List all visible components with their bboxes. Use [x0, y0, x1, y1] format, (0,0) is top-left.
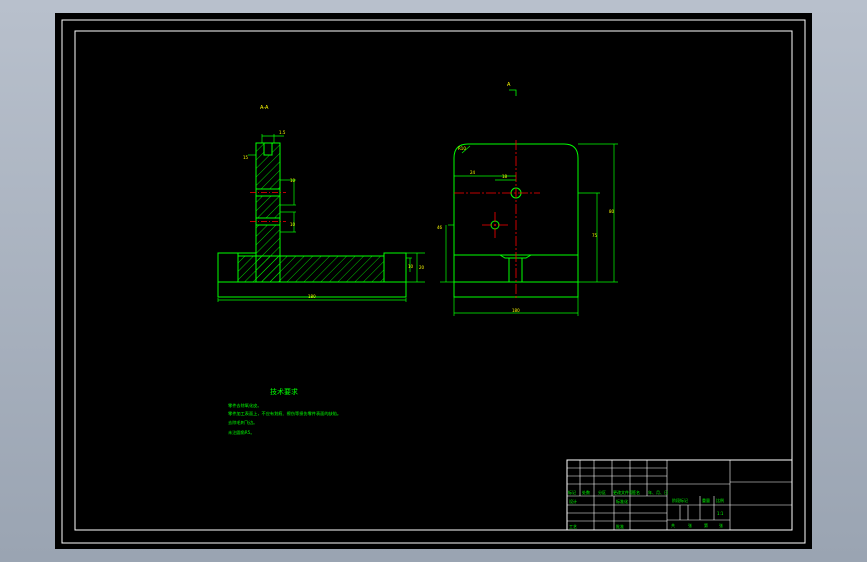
tb-change-doc: 更改文件号	[613, 489, 633, 495]
drawing-sheet: A-A 180 20 10 10 10 1.5 15 A 80 75 46 18…	[55, 13, 812, 549]
dim-side-left-slot: 15	[243, 155, 249, 160]
tb-signature: 签名	[632, 489, 640, 495]
view-arrow-label: A	[507, 82, 511, 88]
cad-viewport[interactable]: A-A 180 20 10 10 10 1.5 15 A 80 75 46 18…	[0, 0, 867, 562]
dim-front-inner-height: 75	[592, 233, 598, 238]
tb-zone: 分区	[598, 489, 606, 495]
tech-note-2: 零件加工表面上，不应有划痕、擦伤等损伤零件表面的缺陷。	[228, 410, 341, 417]
tb-ratio: 比例	[716, 497, 724, 503]
dim-front-width: 180	[512, 308, 520, 313]
dim-front-radius: R10	[458, 146, 466, 151]
dim-side-hole-b: 10	[290, 222, 296, 227]
dim-front-hole-offset-b: 18	[502, 174, 508, 179]
dim-side-right-a: 20	[419, 265, 425, 270]
tb-sheets-no: 第	[704, 522, 708, 528]
tb-design: 设计	[569, 498, 577, 504]
tb-process: 工艺	[569, 524, 577, 529]
tech-note-3: 去除毛刺飞边。	[228, 419, 257, 426]
tb-mark: 标记	[568, 489, 576, 495]
dim-side-hole-a: 10	[290, 178, 296, 183]
dim-front-hole-offset-a: 24	[470, 170, 476, 175]
drawing-background	[55, 13, 812, 549]
base-right-end	[383, 252, 407, 283]
tb-sheets-unit-b: 张	[719, 522, 723, 528]
dim-front-left-height: 46	[437, 225, 443, 230]
tb-count: 处数	[582, 489, 590, 495]
dim-side-top-slot: 1.5	[279, 130, 286, 135]
dim-front-total-height: 80	[609, 209, 615, 214]
base-left-end	[217, 252, 239, 283]
dim-side-bottom: 180	[308, 294, 316, 299]
tb-approve: 批准	[616, 523, 624, 529]
top-slot	[263, 142, 273, 156]
tech-note-1: 零件去除氧化皮。	[228, 402, 262, 409]
tb-date: 年、月、日	[648, 489, 668, 495]
tb-ratio-value: 1:1	[717, 511, 724, 516]
tech-note-4: 未注圆角R5。	[228, 429, 255, 436]
tech-notes-title: 技术要求	[270, 387, 298, 396]
tb-standardize: 标准化	[616, 498, 628, 504]
tb-stage-mark: 阶段标记	[672, 497, 688, 503]
tb-sheets-total: 共	[671, 522, 675, 528]
section-label: A-A	[260, 105, 269, 111]
dim-side-right-b: 10	[408, 264, 414, 269]
tb-weight: 重量	[702, 497, 710, 503]
tb-sheets-unit-a: 张	[688, 522, 692, 528]
